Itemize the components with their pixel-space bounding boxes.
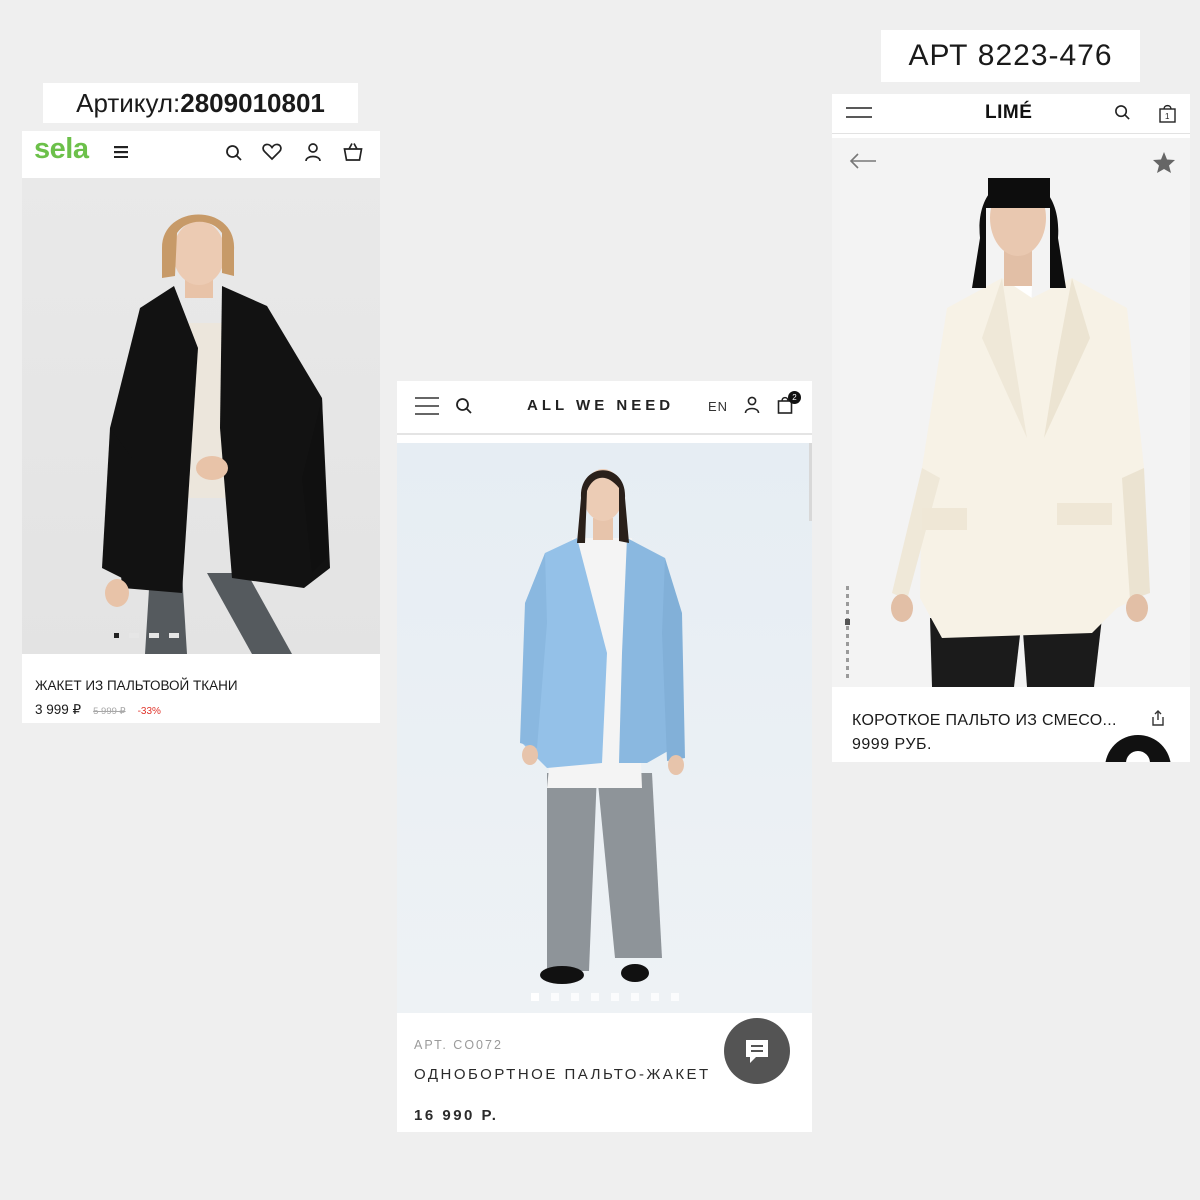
awn-logo[interactable]: ALL WE NEED — [527, 397, 674, 414]
chat-button[interactable] — [724, 1018, 790, 1084]
carousel-dot[interactable] — [571, 993, 579, 1001]
chat-bubble-icon — [742, 1036, 772, 1066]
sela-model-illustration — [102, 214, 330, 654]
carousel-dot[interactable] — [149, 633, 159, 638]
sela-article-number: 2809010801 — [180, 87, 325, 118]
awn-price: 16 990 Р. — [414, 1107, 499, 1124]
carousel-dot[interactable] — [591, 993, 599, 1001]
sela-logo[interactable]: sela — [34, 133, 89, 166]
hamburger-icon[interactable] — [114, 146, 128, 158]
user-icon[interactable] — [744, 396, 760, 414]
awn-model-illustration — [520, 469, 685, 984]
awn-carousel-dots[interactable] — [531, 993, 679, 1001]
lime-gallery-active-mark — [845, 619, 850, 625]
sela-price: 3 999 ₽ — [35, 702, 82, 717]
lime-product-card: LIMÉ 1 КОРОТКОЕ ПАЛЬТО ИЗ СМЕСО... 9999 … — [832, 94, 1190, 762]
hamburger-icon[interactable] — [415, 397, 439, 415]
carousel-dot[interactable] — [169, 633, 179, 638]
awn-scrollbar[interactable] — [809, 443, 812, 521]
awn-cart-count-badge: 2 — [788, 391, 801, 404]
sela-article-label: Артикул: 2809010801 — [43, 83, 358, 123]
heart-icon[interactable] — [262, 143, 282, 161]
search-icon[interactable] — [455, 397, 473, 415]
lime-model-illustration — [891, 178, 1150, 687]
carousel-dot[interactable] — [651, 993, 659, 1001]
lime-article-text: АРТ 8223-476 — [908, 39, 1113, 72]
carousel-dot[interactable] — [531, 993, 539, 1001]
lime-product-title[interactable]: КОРОТКОЕ ПАЛЬТО ИЗ СМЕСО... — [852, 712, 1117, 730]
carousel-dot[interactable] — [551, 993, 559, 1001]
sela-old-price: 5 999 ₽ — [93, 706, 126, 717]
lime-article-label: АРТ 8223-476 — [881, 30, 1140, 82]
user-icon[interactable] — [304, 142, 322, 162]
sela-discount: -33% — [137, 706, 161, 717]
basket-icon[interactable] — [343, 142, 363, 162]
sela-header: sela — [22, 131, 380, 176]
awn-article: АРТ. CO072 — [414, 1038, 503, 1052]
lime-logo[interactable]: LIMÉ — [985, 102, 1032, 124]
lime-chat-button[interactable] — [1105, 735, 1171, 762]
lime-header: LIMÉ 1 — [832, 94, 1190, 134]
search-icon[interactable] — [225, 144, 243, 162]
awn-product-card: ALL WE NEED EN 2 АРТ. CO072 ОДНОБОРТНОЕ … — [397, 381, 812, 1132]
lime-gallery-indicator[interactable] — [846, 586, 849, 682]
sela-product-photo[interactable] — [22, 178, 380, 654]
lime-cart-count: 1 — [1165, 112, 1170, 121]
sela-article-prefix: Артикул: — [76, 87, 181, 118]
sela-price-row: 3 999 ₽ 5 999 ₽ -33% — [35, 702, 161, 718]
sela-carousel-dots[interactable] — [114, 633, 179, 638]
carousel-dot[interactable] — [129, 633, 139, 638]
awn-product-photo[interactable] — [397, 443, 812, 1013]
sela-product-card: sela ЖАКЕТ ИЗ ПАЛЬТОВОЙ ТКАНИ 3 999 ₽ 5 … — [22, 131, 380, 723]
lime-price: 9999 РУБ. — [852, 736, 932, 753]
carousel-dot[interactable] — [114, 633, 119, 638]
carousel-dot[interactable] — [671, 993, 679, 1001]
awn-language[interactable]: EN — [708, 399, 728, 414]
awn-header: ALL WE NEED EN 2 — [397, 381, 812, 435]
hamburger-icon[interactable] — [846, 107, 872, 119]
sela-product-title[interactable]: ЖАКЕТ ИЗ ПАЛЬТОВОЙ ТКАНИ — [35, 678, 238, 693]
lime-product-photo[interactable] — [832, 138, 1190, 687]
awn-product-title[interactable]: ОДНОБОРТНОЕ ПАЛЬТО-ЖАКЕТ — [414, 1066, 711, 1083]
carousel-dot[interactable] — [631, 993, 639, 1001]
back-arrow-icon[interactable] — [849, 153, 877, 169]
awn-cart-count: 2 — [792, 393, 797, 402]
chat-bubble-icon — [1126, 751, 1150, 762]
carousel-dot[interactable] — [611, 993, 619, 1001]
search-icon[interactable] — [1114, 104, 1131, 121]
share-icon[interactable] — [1150, 709, 1166, 727]
star-icon[interactable] — [1152, 151, 1176, 174]
